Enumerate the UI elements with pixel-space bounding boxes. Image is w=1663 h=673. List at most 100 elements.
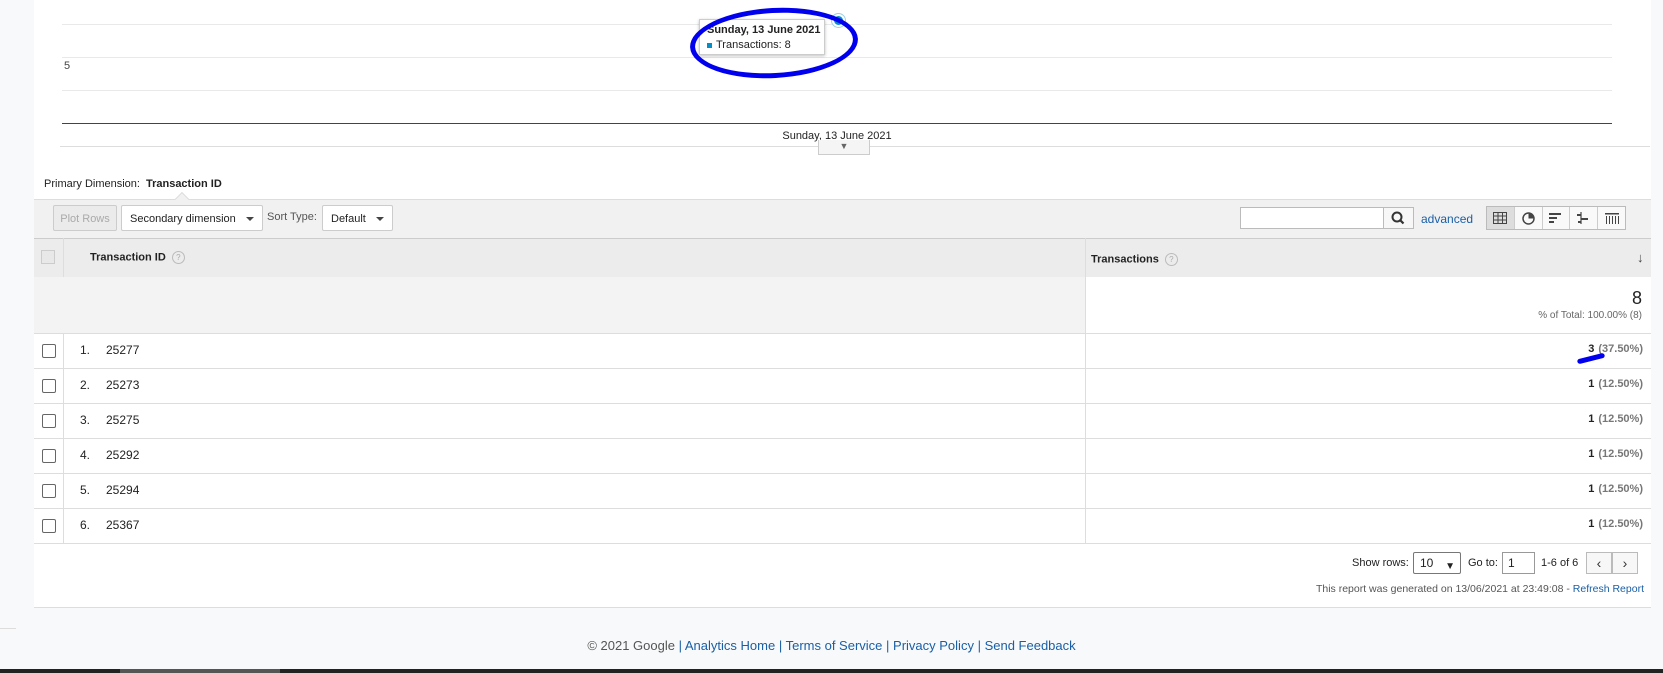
terms-of-service-link[interactable]: Terms of Service: [786, 638, 883, 653]
select-all-checkbox[interactable]: [41, 250, 55, 264]
help-icon[interactable]: ?: [171, 251, 185, 264]
column-divider: [63, 404, 64, 438]
sort-type-dropdown[interactable]: Default: [322, 205, 393, 231]
send-feedback-link[interactable]: Send Feedback: [985, 638, 1076, 653]
view-pie-button[interactable]: [1515, 207, 1543, 229]
column-divider: [1085, 334, 1086, 368]
transactions-cell: 1 (12.50%): [1588, 378, 1643, 390]
transactions-percent: (12.50%): [1598, 378, 1643, 390]
show-rows-select[interactable]: 10 ▼: [1413, 552, 1461, 574]
table-row: 3. 25275 1 (12.50%): [34, 404, 1651, 439]
primary-dimension: Primary Dimension: Transaction ID: [44, 178, 222, 190]
primary-dimension-label: Primary Dimension:: [44, 178, 140, 190]
chevron-down-icon: ▼: [1445, 561, 1455, 572]
analytics-report-page: 5 Sunday, 13 June 2021 Sunday, 13 June 2…: [0, 0, 1663, 673]
row-checkbox[interactable]: [42, 379, 56, 393]
refresh-report-link[interactable]: Refresh Report: [1573, 583, 1644, 595]
row-checkbox[interactable]: [42, 484, 56, 498]
column-divider: [1085, 474, 1086, 508]
goto-page-input[interactable]: 1: [1502, 552, 1535, 574]
sort-type-value: Default: [331, 213, 366, 225]
table-row: 6. 25367 1 (12.50%): [34, 509, 1651, 544]
transactions-percent: (12.50%): [1598, 483, 1643, 495]
secondary-dimension-dropdown[interactable]: Secondary dimension: [121, 205, 263, 231]
help-icon[interactable]: ?: [1164, 253, 1178, 266]
table-row: 1. 25277 3 (37.50%): [34, 334, 1651, 369]
column-header-label: Transaction ID: [90, 251, 166, 264]
table-search-input[interactable]: [1240, 207, 1384, 229]
column-divider: [63, 439, 64, 473]
transaction-id[interactable]: 25277: [106, 343, 139, 357]
grid-icon: [1493, 212, 1508, 224]
transactions-percent: (12.50%): [1598, 413, 1643, 425]
separator: |: [778, 638, 786, 653]
transactions-cell: 1 (12.50%): [1588, 483, 1643, 495]
row-number: 1.: [80, 343, 91, 357]
taskbar-strip: [0, 669, 1663, 673]
transaction-id[interactable]: 25275: [106, 413, 139, 427]
plot-rows-button[interactable]: Plot Rows: [53, 205, 117, 231]
view-pivot-button[interactable]: [1598, 207, 1625, 229]
show-rows-label: Show rows:: [1352, 557, 1409, 569]
transaction-id[interactable]: 25292: [106, 448, 139, 462]
transactions-value: 1: [1588, 413, 1595, 425]
transaction-id[interactable]: 25273: [106, 378, 139, 392]
table-header: [34, 238, 1651, 278]
transactions-cell: 3 (37.50%): [1588, 343, 1643, 355]
view-performance-button[interactable]: [1543, 207, 1571, 229]
chart-x-axis: [62, 123, 1612, 124]
table-view-switcher: [1486, 206, 1626, 230]
next-page-button[interactable]: ›: [1612, 552, 1638, 574]
transaction-id[interactable]: 25367: [106, 518, 139, 532]
transaction-id[interactable]: 25294: [106, 483, 139, 497]
total-transactions-value: 8: [1631, 288, 1642, 308]
left-gutter: [0, 0, 34, 673]
total-percent: % of Total: 100.00% (8): [1538, 310, 1642, 321]
transactions-value: 1: [1588, 378, 1595, 390]
search-button[interactable]: [1384, 207, 1414, 229]
copyright: © 2021 Google: [587, 638, 675, 653]
row-number: 2.: [80, 378, 91, 392]
transactions-cell: 1 (12.50%): [1588, 413, 1643, 425]
goto-label: Go to:: [1468, 557, 1498, 569]
table-row: 2. 25273 1 (12.50%): [34, 369, 1651, 404]
transactions-percent: (37.50%): [1598, 343, 1643, 355]
chart-expand-toggle[interactable]: ▼: [818, 140, 870, 155]
row-checkbox[interactable]: [42, 519, 56, 533]
primary-dimension-value[interactable]: Transaction ID: [146, 178, 222, 190]
row-number: 4.: [80, 448, 91, 462]
column-header-transactions[interactable]: Transactions?: [1091, 253, 1178, 266]
comparison-icon: [1577, 212, 1589, 224]
column-header-transaction-id[interactable]: Transaction ID?: [90, 251, 185, 264]
taskbar-tab: [120, 669, 280, 673]
view-comparison-button[interactable]: [1570, 207, 1599, 229]
column-divider: [1085, 439, 1086, 473]
advanced-filter-link[interactable]: advanced: [1421, 212, 1473, 226]
secondary-dimension-label: Secondary dimension: [130, 213, 236, 225]
caret-down-icon: [375, 217, 384, 222]
sort-descending-icon[interactable]: ↓: [1637, 250, 1644, 265]
column-header-label: Transactions: [1091, 253, 1159, 266]
pie-chart-icon: [1521, 211, 1535, 225]
column-divider: [63, 474, 64, 508]
transactions-percent: (12.50%): [1598, 448, 1643, 460]
column-divider: [63, 334, 64, 368]
page-footer: © 2021 Google | Analytics Home | Terms o…: [0, 638, 1663, 653]
row-checkbox[interactable]: [42, 344, 56, 358]
chevron-down-icon: ▼: [839, 141, 849, 151]
analytics-home-link[interactable]: Analytics Home: [685, 638, 775, 653]
separator: |: [886, 638, 894, 653]
row-number: 5.: [80, 483, 91, 497]
row-number: 6.: [80, 518, 91, 532]
chart-gridline: [62, 90, 1612, 91]
table-row: 4. 25292 1 (12.50%): [34, 439, 1651, 474]
chevron-right-icon: ›: [1622, 555, 1628, 571]
generated-text: This report was generated on 13/06/2021 …: [1315, 583, 1573, 595]
search-icon: [1391, 211, 1405, 225]
row-checkbox[interactable]: [42, 414, 56, 428]
view-data-table-button[interactable]: [1487, 207, 1515, 229]
previous-page-button[interactable]: ‹: [1586, 552, 1612, 574]
row-checkbox[interactable]: [42, 449, 56, 463]
privacy-policy-link[interactable]: Privacy Policy: [893, 638, 974, 653]
report-generated-note: This report was generated on 13/06/2021 …: [1316, 583, 1644, 595]
